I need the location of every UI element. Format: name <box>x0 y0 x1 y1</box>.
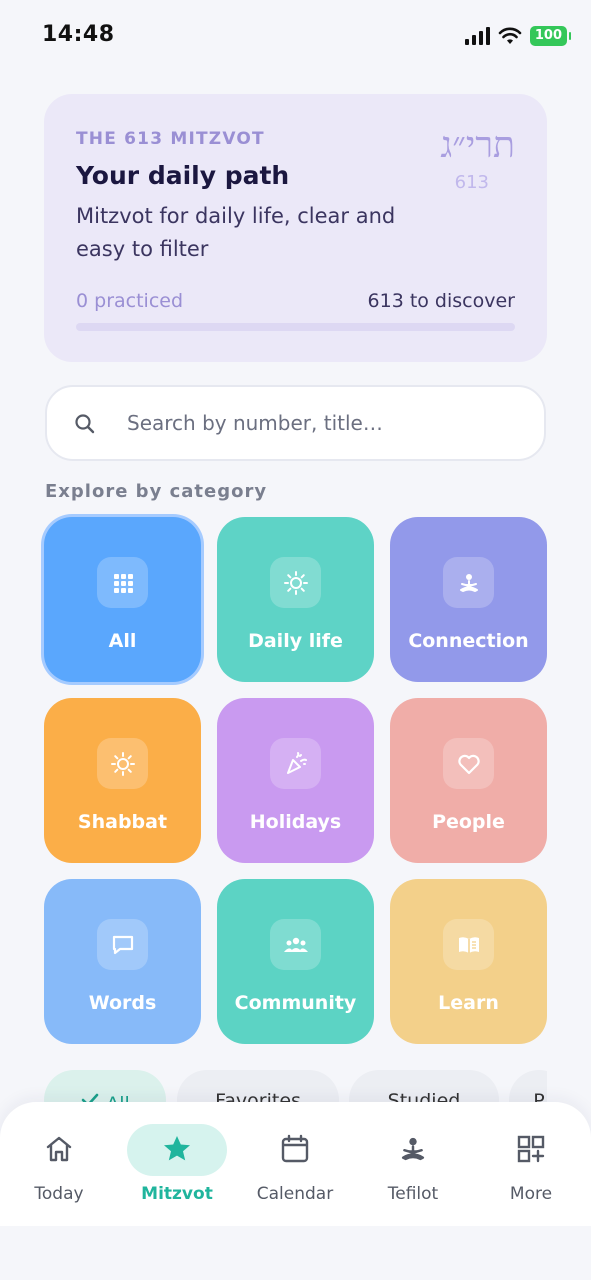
category-label: All <box>108 630 137 652</box>
status-time: 14:48 <box>42 22 115 47</box>
home-icon <box>43 1133 75 1165</box>
hero-subtitle: Mitzvot for daily life, clear and easy t… <box>76 204 396 261</box>
hero-card: THE 613 MITZVOT Your daily path Mitzvot … <box>44 94 547 362</box>
hero-eyebrow: THE 613 MITZVOT <box>76 129 265 149</box>
category-tile-connection[interactable]: Connection <box>390 517 547 682</box>
wifi-icon <box>498 27 522 44</box>
category-tile-all[interactable]: All <box>44 517 201 682</box>
section-label: Explore by category <box>45 481 268 502</box>
book-icon <box>443 919 494 970</box>
chat-icon <box>97 919 148 970</box>
to-discover-count: 613 to discover <box>367 290 515 312</box>
nav-item-mitzvot[interactable]: Mitzvot <box>118 1102 236 1226</box>
nav-label: Tefilot <box>387 1184 439 1204</box>
nav-item-tefilot[interactable]: Tefilot <box>354 1102 472 1226</box>
sun-icon <box>270 557 321 608</box>
search-input[interactable] <box>127 387 527 459</box>
search-icon <box>75 414 95 434</box>
category-label: Learn <box>438 992 499 1014</box>
practiced-count: 0 practiced <box>76 290 184 312</box>
category-label: Holidays <box>249 811 342 833</box>
category-label: Words <box>88 992 157 1014</box>
category-tile-shabbat[interactable]: Shabbat <box>44 698 201 863</box>
sun-icon <box>97 738 148 789</box>
category-tile-people[interactable]: People <box>390 698 547 863</box>
grid-plus-icon <box>515 1133 547 1165</box>
hero-hebrew-title: תרי״ג <box>440 125 515 166</box>
group-icon <box>270 919 321 970</box>
category-tile-daily-life[interactable]: Daily life <box>217 517 374 682</box>
category-tile-holidays[interactable]: Holidays <box>217 698 374 863</box>
category-label: Connection <box>408 630 529 652</box>
category-label: Community <box>234 992 357 1014</box>
party-icon <box>270 738 321 789</box>
category-tile-community[interactable]: Community <box>217 879 374 1044</box>
nav-label: Mitzvot <box>141 1184 213 1204</box>
heart-icon <box>443 738 494 789</box>
home-indicator-area <box>0 1226 591 1280</box>
category-label: Shabbat <box>77 811 168 833</box>
meditation-icon <box>443 557 494 608</box>
nav-item-calendar[interactable]: Calendar <box>236 1102 354 1226</box>
meditation-icon <box>397 1133 429 1165</box>
grid-icon <box>97 557 148 608</box>
signal-icon <box>464 27 490 45</box>
search-bar[interactable] <box>45 385 546 461</box>
hero-count: 613 <box>454 172 489 193</box>
nav-item-today[interactable]: Today <box>0 1102 118 1226</box>
category-label: Daily life <box>248 630 343 652</box>
status-bar: 14:48 100 <box>0 0 591 72</box>
category-tile-learn[interactable]: Learn <box>390 879 547 1044</box>
calendar-icon <box>279 1133 311 1165</box>
category-tile-words[interactable]: Words <box>44 879 201 1044</box>
category-label: People <box>432 811 505 833</box>
nav-label: Today <box>34 1184 84 1204</box>
status-icons: 100 <box>464 26 572 46</box>
star-icon <box>161 1133 193 1165</box>
battery-icon: 100 <box>529 26 572 46</box>
nav-label: Calendar <box>256 1184 334 1204</box>
bottom-nav: Today Mitzvot Calendar Tefilot More <box>0 1102 591 1226</box>
hero-title: Your daily path <box>76 161 290 190</box>
nav-item-more[interactable]: More <box>472 1102 590 1226</box>
progress-bar <box>76 323 515 331</box>
nav-label: More <box>509 1184 553 1204</box>
